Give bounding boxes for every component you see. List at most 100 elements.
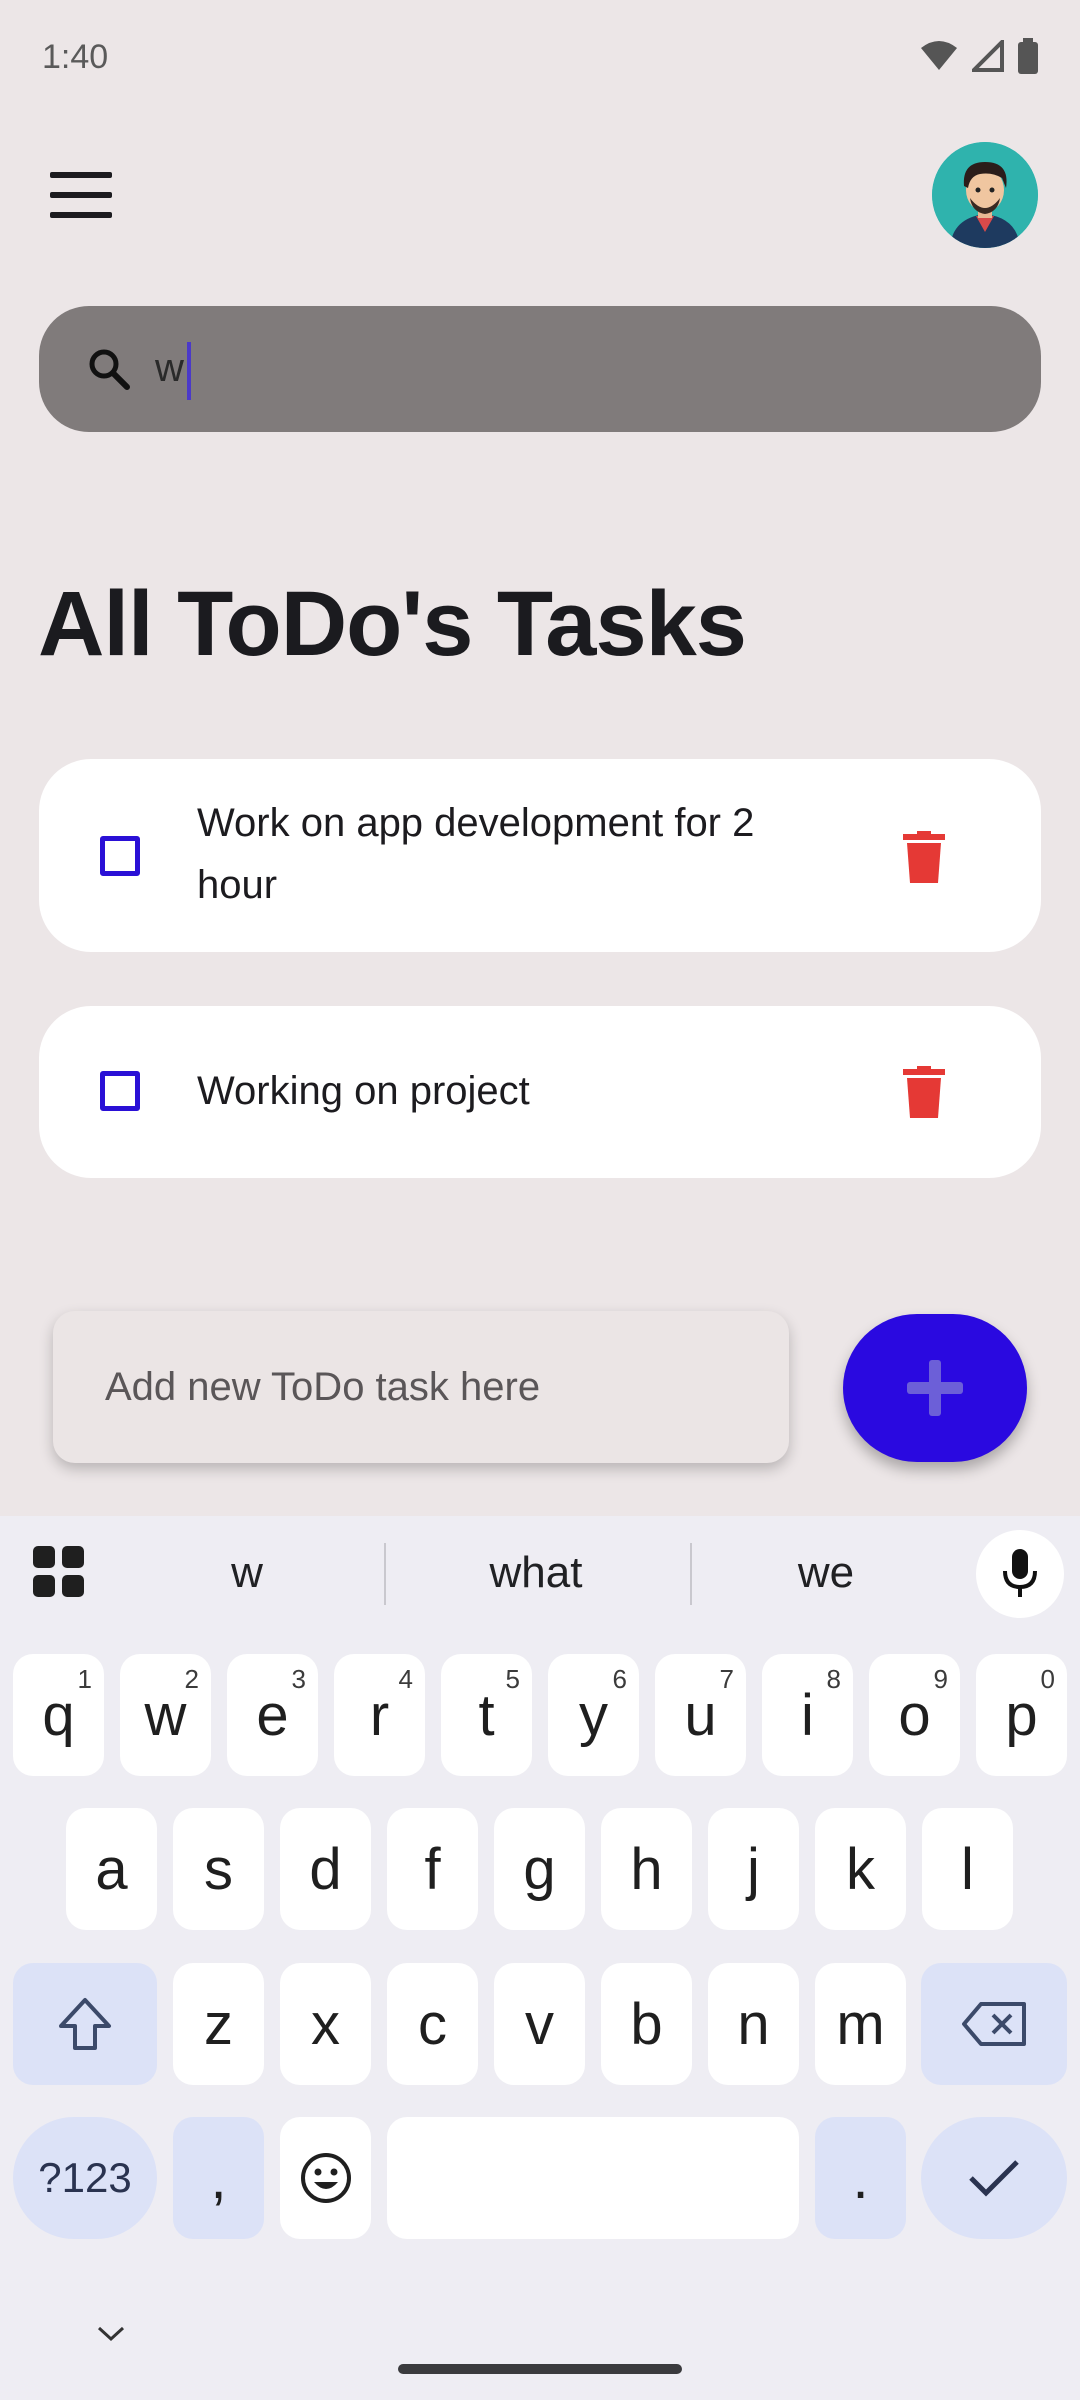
key-label: b	[630, 1991, 663, 2057]
key-hint: 1	[77, 1664, 92, 1694]
key-z[interactable]: z	[173, 1963, 264, 2085]
suggestion-item[interactable]: what	[416, 1548, 656, 1598]
key-u[interactable]: u7	[655, 1654, 746, 1776]
new-task-input[interactable]	[53, 1311, 789, 1463]
key-d[interactable]: d	[280, 1808, 371, 1930]
key-i[interactable]: i8	[762, 1654, 853, 1776]
key-hint: 0	[1040, 1664, 1055, 1694]
key-n[interactable]: n	[708, 1963, 799, 2085]
battery-icon	[1018, 38, 1038, 74]
task-title-line: Work on app development for 2	[197, 801, 755, 845]
key-p[interactable]: p0	[976, 1654, 1067, 1776]
key-label: m	[836, 1991, 885, 2057]
key-label: j	[747, 1836, 760, 1902]
key-label: g	[523, 1836, 556, 1902]
backspace-key[interactable]	[921, 1963, 1067, 2085]
mic-button[interactable]	[976, 1530, 1064, 1618]
key-hint: 3	[291, 1664, 306, 1694]
key-label: s	[204, 1836, 233, 1902]
key-hint: 2	[184, 1664, 199, 1694]
key-label: c	[418, 1991, 447, 2057]
key-t[interactable]: t5	[441, 1654, 532, 1776]
chevron-down-icon[interactable]	[96, 2325, 126, 2343]
key-hint: 8	[826, 1664, 841, 1694]
key-e[interactable]: e3	[227, 1654, 318, 1776]
shift-icon	[59, 1998, 111, 2050]
key-label: u	[684, 1682, 717, 1748]
key-label: d	[309, 1836, 342, 1902]
task-card[interactable]	[39, 1006, 1041, 1178]
suggestion-divider	[690, 1543, 692, 1605]
menu-icon[interactable]	[50, 172, 112, 218]
keyboard	[0, 1516, 1080, 2400]
key-hint: 4	[398, 1664, 413, 1694]
comma-key[interactable]: ,	[173, 2117, 264, 2239]
key-s[interactable]: s	[173, 1808, 264, 1930]
backspace-icon	[962, 2002, 1026, 2046]
key-label: l	[961, 1836, 974, 1902]
key-label: e	[256, 1682, 289, 1748]
enter-key[interactable]	[921, 2117, 1067, 2239]
key-w[interactable]: w2	[120, 1654, 211, 1776]
task-checkbox[interactable]	[100, 836, 140, 876]
emoji-key[interactable]	[280, 2117, 371, 2239]
add-task-button[interactable]	[843, 1314, 1027, 1462]
key-label: w	[144, 1682, 187, 1748]
key-b[interactable]: b	[601, 1963, 692, 2085]
apps-grid-icon[interactable]	[33, 1546, 85, 1598]
key-label: o	[898, 1682, 931, 1748]
key-j[interactable]: j	[708, 1808, 799, 1930]
suggestion-item[interactable]: we	[706, 1548, 946, 1598]
key-f[interactable]: f	[387, 1808, 478, 1930]
trash-icon[interactable]	[903, 831, 945, 883]
status-icons	[920, 38, 1038, 74]
task-checkbox[interactable]	[100, 1071, 140, 1111]
avatar-image	[932, 142, 1038, 248]
mic-icon	[1003, 1549, 1037, 1597]
period-key[interactable]: .	[815, 2117, 906, 2239]
key-q[interactable]: q1	[13, 1654, 104, 1776]
key-hint: 7	[719, 1664, 734, 1694]
avatar[interactable]	[932, 142, 1038, 248]
wifi-icon	[921, 41, 957, 70]
key-l[interactable]: l	[922, 1808, 1013, 1930]
key-r[interactable]: r4	[334, 1654, 425, 1776]
key-label: z	[204, 1991, 233, 2057]
key-label: n	[737, 1991, 770, 2057]
search-input[interactable]: w	[155, 346, 184, 391]
key-hint: 6	[612, 1664, 627, 1694]
page-title: All ToDo's Tasks	[38, 573, 747, 675]
key-label: t	[478, 1682, 495, 1748]
key-c[interactable]: c	[387, 1963, 478, 2085]
task-title: Working on project	[197, 1069, 530, 1113]
key-k[interactable]: k	[815, 1808, 906, 1930]
key-h[interactable]: h	[601, 1808, 692, 1930]
key-x[interactable]: x	[280, 1963, 371, 2085]
key-g[interactable]: g	[494, 1808, 585, 1930]
suggestion-divider	[384, 1543, 386, 1605]
key-label: v	[525, 1991, 554, 2057]
symbols-key[interactable]: ?123	[13, 2117, 157, 2239]
key-label: a	[95, 1836, 128, 1902]
task-title-line: hour	[197, 863, 278, 907]
key-o[interactable]: o9	[869, 1654, 960, 1776]
emoji-icon	[300, 2153, 351, 2203]
key-label: f	[424, 1836, 441, 1902]
space-key[interactable]	[387, 2117, 799, 2239]
key-label: i	[801, 1682, 814, 1748]
home-indicator[interactable]	[398, 2364, 682, 2374]
key-label: x	[311, 1991, 340, 2057]
suggestion-item[interactable]: w	[127, 1548, 367, 1598]
text-caret	[187, 342, 191, 400]
key-m[interactable]: m	[815, 1963, 906, 2085]
key-label: h	[630, 1836, 663, 1902]
trash-icon[interactable]	[903, 1066, 945, 1118]
key-y[interactable]: y6	[548, 1654, 639, 1776]
key-a[interactable]: a	[66, 1808, 157, 1930]
status-time: 1:40	[42, 38, 109, 76]
key-v[interactable]: v	[494, 1963, 585, 2085]
search-icon	[89, 349, 130, 390]
key-label: r	[369, 1682, 390, 1748]
shift-key[interactable]	[13, 1963, 157, 2085]
task-title: Work on app development for 2 hour	[197, 792, 754, 916]
